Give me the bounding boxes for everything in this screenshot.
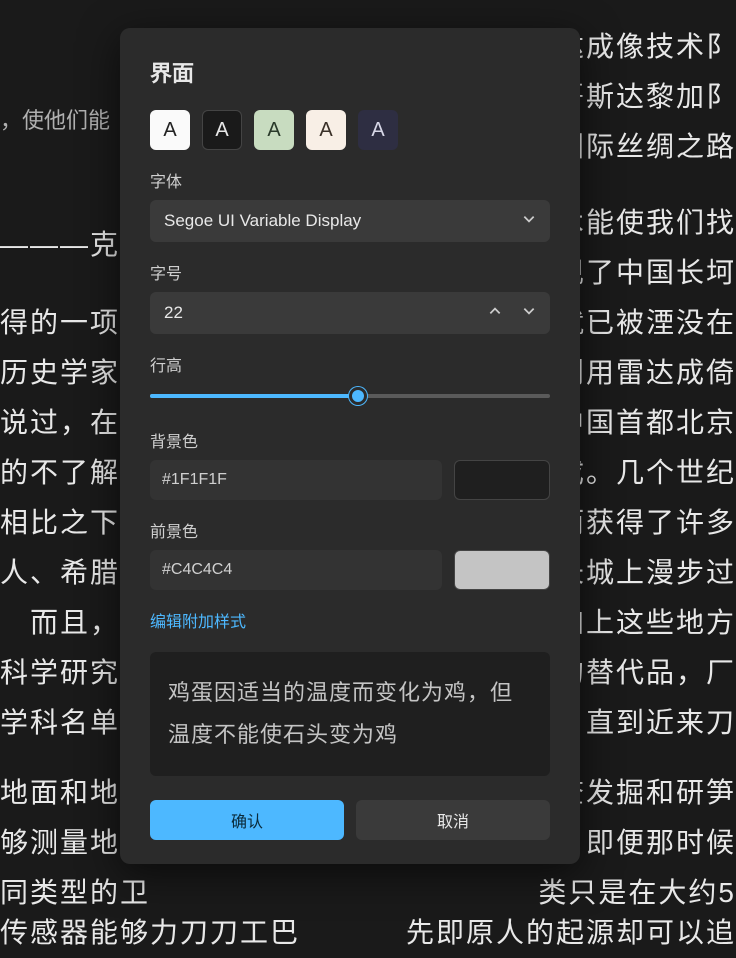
theme-swatch-light[interactable]: A [150,110,190,150]
theme-swatch-navy[interactable]: A [358,110,398,150]
theme-swatch-dark[interactable]: A [202,110,242,150]
bg-line: 即便那时候 [556,818,736,868]
bg-line: 传感器能够力刀刀工巴 [0,908,300,958]
bgcolor-input[interactable]: #1F1F1F [150,460,442,500]
fontsize-stepper[interactable]: 22 [150,292,550,334]
fgcolor-preview[interactable] [454,550,550,590]
bg-line: 先即原人的起源却可以追 [406,908,736,958]
chevron-down-icon [522,211,536,231]
confirm-button[interactable]: 确认 [150,800,344,840]
cancel-button[interactable]: 取消 [356,800,550,840]
fontsize-label: 字号 [150,260,550,284]
theme-swatch-green[interactable]: A [254,110,294,150]
bg-line: ，使他们能 [0,96,110,146]
edit-additional-styles-link[interactable]: 编辑附加样式 [150,608,246,632]
font-select[interactable]: Segoe UI Variable Display [150,200,550,242]
bg-line: 长城上漫步过 [556,548,736,598]
fgcolor-label: 前景色 [150,518,550,542]
interface-settings-dialog: 界面 A A A A A 字体 Segoe UI Variable Displa… [120,28,580,864]
fontsize-value: 22 [164,303,183,323]
slider-thumb[interactable] [349,387,367,405]
slider-fill [150,394,358,398]
chevron-down-icon[interactable] [522,303,536,323]
preview-box: 鸡蛋因适当的温度而变化为鸡，但温度不能使石头变为鸡 [150,652,550,776]
bgcolor-label: 背景色 [150,428,550,452]
fgcolor-value: #C4C4C4 [162,561,232,579]
font-label: 字体 [150,168,550,192]
dialog-title: 界面 [150,56,550,88]
fgcolor-input[interactable]: #C4C4C4 [150,550,442,590]
lineheight-label: 行高 [150,352,550,376]
bg-line: 成。几个世纪 [556,448,736,498]
bgcolor-preview[interactable] [454,460,550,500]
chevron-up-icon[interactable] [488,303,502,323]
bg-line: 中国首都北京 [556,398,736,448]
bg-line: 就已被湮没在 [556,298,736,348]
font-value: Segoe UI Variable Display [164,211,361,231]
lineheight-slider[interactable] [150,384,550,408]
theme-swatch-row: A A A A A [150,110,550,150]
bgcolor-value: #1F1F1F [162,471,227,489]
theme-swatch-cream[interactable]: A [306,110,346,150]
bg-line: 术能使我们找 [556,198,736,248]
